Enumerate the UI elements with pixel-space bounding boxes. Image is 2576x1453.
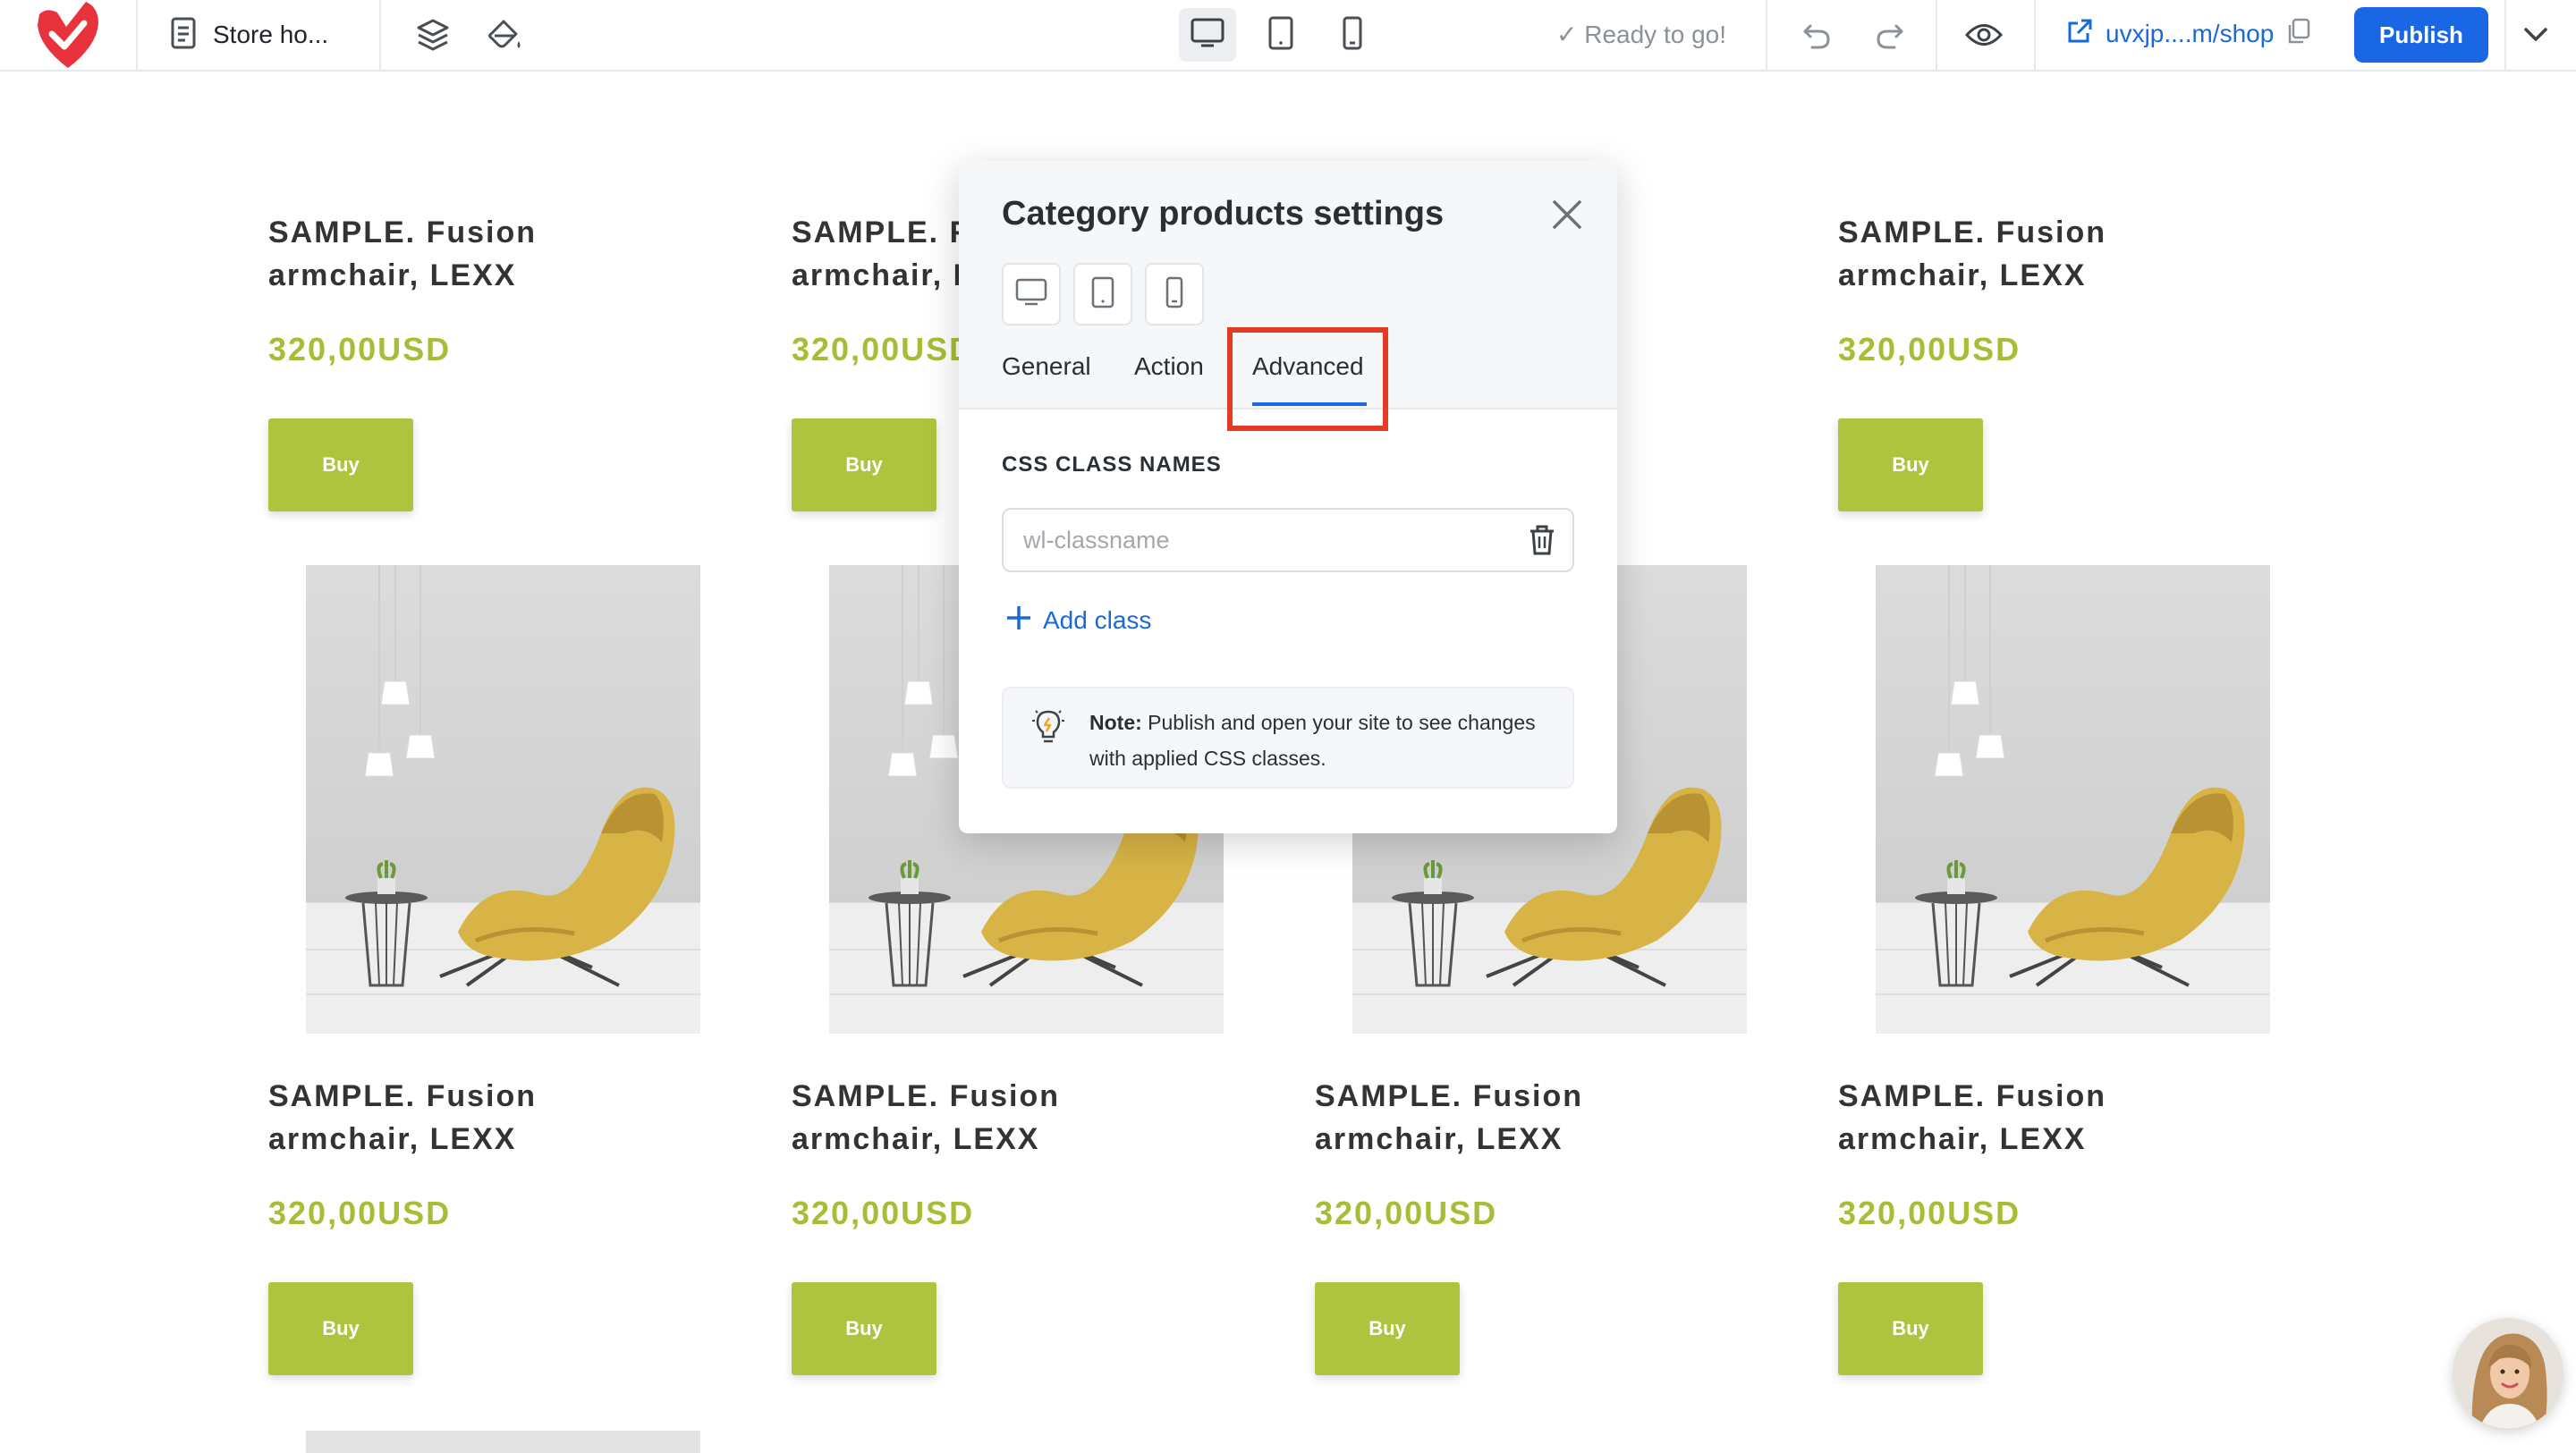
note-text: Note: Publish and open your site to see … <box>1089 705 1555 776</box>
product-image[interactable] <box>1876 565 2270 1034</box>
divider <box>136 0 138 70</box>
tab-general[interactable]: General <box>1002 352 1091 381</box>
divider <box>2504 0 2506 70</box>
mobile-view-button[interactable] <box>1324 8 1381 62</box>
product-name[interactable]: SAMPLE. Fusion armchair, LEXX <box>1838 211 2267 297</box>
category-products-settings-panel: Category products settings General Actio… <box>959 161 1617 833</box>
chevron-down-icon[interactable] <box>2513 15 2558 55</box>
note-box: Note: Publish and open your site to see … <box>1002 687 1574 789</box>
page-icon <box>170 17 197 54</box>
buy-button[interactable]: Buy <box>268 1282 413 1375</box>
product-price: 320,00USD <box>792 331 975 367</box>
product-image-partial <box>306 1431 700 1453</box>
tablet-icon <box>1090 276 1115 313</box>
plus-icon <box>1005 604 1032 636</box>
page-name: Store ho... <box>213 21 329 48</box>
logo-icon[interactable] <box>32 0 104 70</box>
buy-button[interactable]: Buy <box>1315 1282 1460 1375</box>
product-price: 320,00USD <box>268 331 452 367</box>
mobile-icon <box>1165 276 1184 313</box>
divider <box>2034 0 2036 70</box>
buy-button[interactable]: Buy <box>792 418 936 511</box>
product-name[interactable]: SAMPLE. Fusion armchair, LEXX <box>268 211 698 297</box>
tablet-view-button[interactable] <box>1252 8 1309 62</box>
product-price: 320,00USD <box>1838 331 2021 367</box>
panel-header: Category products settings General Actio… <box>959 161 1617 431</box>
support-chat-avatar[interactable] <box>2453 1318 2563 1429</box>
product-price: 320,00USD <box>1315 1195 1498 1231</box>
panel-mobile-button[interactable] <box>1145 263 1204 325</box>
product-name[interactable]: SAMPLE. Fusion armchair, LEXX <box>1315 1075 1744 1161</box>
note-label: Note: <box>1089 711 1142 734</box>
redo-icon[interactable] <box>1869 15 1909 55</box>
mobile-icon <box>1342 16 1363 55</box>
copy-icon[interactable] <box>2286 18 2311 49</box>
divider <box>379 0 381 70</box>
buy-button[interactable]: Buy <box>1838 1282 1983 1375</box>
page-selector[interactable]: Store ho... <box>170 16 328 54</box>
desktop-view-button[interactable] <box>1179 8 1236 62</box>
site-url: uvxjp....m/shop <box>2106 19 2275 47</box>
tab-highlight-box <box>1227 327 1388 431</box>
layers-icon[interactable] <box>413 15 453 55</box>
add-class-label: Add class <box>1043 605 1152 634</box>
product-price: 320,00USD <box>1838 1195 2021 1231</box>
desktop-icon <box>1015 278 1047 311</box>
lightbulb-icon <box>1030 706 1066 746</box>
product-name[interactable]: SAMPLE. Fusion armchair, LEXX <box>1838 1075 2267 1161</box>
product-image[interactable] <box>306 565 700 1034</box>
external-link-icon <box>2066 18 2093 49</box>
buy-button[interactable]: Buy <box>792 1282 936 1375</box>
desktop-icon <box>1191 18 1224 53</box>
product-price: 320,00USD <box>792 1195 975 1231</box>
panel-tablet-button[interactable] <box>1073 263 1132 325</box>
close-icon[interactable] <box>1546 193 1589 236</box>
divider <box>1766 0 1767 70</box>
product-price: 320,00USD <box>268 1195 452 1231</box>
panel-title: Category products settings <box>1002 195 1445 232</box>
publish-button[interactable]: Publish <box>2354 7 2488 63</box>
paint-bucket-icon[interactable] <box>485 15 524 55</box>
panel-desktop-button[interactable] <box>1002 263 1061 325</box>
buy-button[interactable]: Buy <box>1838 418 1983 511</box>
product-name[interactable]: SAMPLE. Fusion armchair, LEXX <box>268 1075 698 1161</box>
trash-icon[interactable] <box>1521 519 1563 562</box>
top-toolbar: Store ho... ✓ Ready to go! uvxjp....m/sh… <box>0 0 2576 72</box>
note-body: Publish and open your site to see change… <box>1089 711 1536 770</box>
class-name-input[interactable] <box>1002 508 1574 572</box>
product-name[interactable]: SAMPLE. Fusion armchair, LEXX <box>792 1075 1221 1161</box>
save-status: ✓ Ready to go! <box>1556 21 1727 48</box>
undo-icon[interactable] <box>1798 15 1837 55</box>
add-class-button[interactable]: Add class <box>1005 604 1151 636</box>
buy-button[interactable]: Buy <box>268 418 413 511</box>
site-link[interactable]: uvxjp....m/shop <box>2066 18 2311 49</box>
divider <box>1936 0 1937 70</box>
eye-icon[interactable] <box>1964 15 2004 55</box>
tablet-icon <box>1267 16 1294 55</box>
tab-action[interactable]: Action <box>1134 352 1204 381</box>
css-class-names-title: CSS CLASS NAMES <box>1002 452 1222 477</box>
